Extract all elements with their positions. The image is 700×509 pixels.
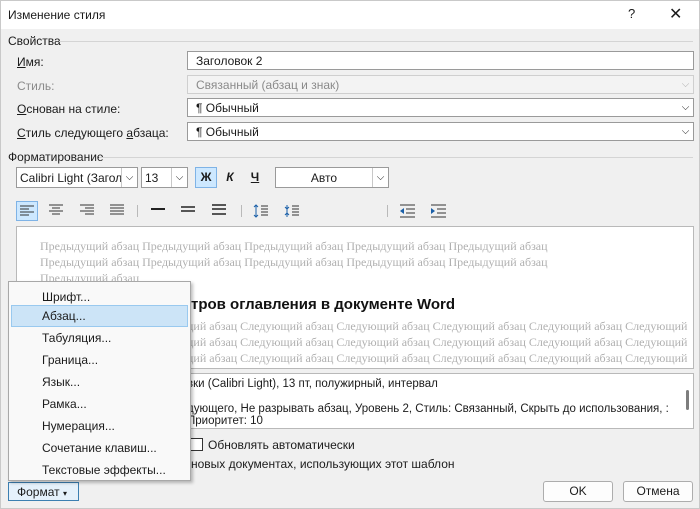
style-type-select[interactable]: Связанный (абзац и знак) ⌵ [187,75,694,94]
description-scrollbar[interactable] [686,390,689,410]
italic-button[interactable]: К [219,167,241,188]
onehalf-spacing-icon [181,206,195,212]
auto-update-label: Обновлять автоматически [208,438,355,452]
align-center-button[interactable] [46,201,68,221]
properties-group-label: Свойства [8,34,61,48]
description-line: дующего, Не разрывать абзац, Уровень 2, … [187,403,669,415]
description-line: вки (Calibri Light), 13 пт, полужирный, … [187,378,438,390]
properties-divider [59,41,693,42]
preview-previous-paragraph: Предыдущий абзац Предыдущий абзац Предыд… [40,255,548,269]
font-color-select[interactable]: Авто ⌵ [275,167,389,188]
preview-next-paragraph: ций абзац Следующий абзац Следующий абза… [187,319,688,333]
align-left-button[interactable] [16,201,38,221]
name-field-value: Заголовок 2 [196,54,263,68]
font-value: Calibri Light (Заголо [20,171,129,185]
menu-item-border[interactable]: Граница... [11,349,188,371]
based-on-value: ¶ Обычный [196,101,259,115]
decrease-indent-button[interactable] [397,201,419,221]
chevron-down-icon: ⌵ [681,79,690,90]
name-field[interactable]: Заголовок 2 [187,51,694,70]
chevron-down-icon: ⌵ [372,168,388,187]
single-spacing-icon [151,208,165,210]
justify-button[interactable] [107,201,129,221]
preview-next-paragraph: ций абзац Следующий абзац Следующий абза… [187,335,688,349]
formatting-group-label: Форматирование [8,150,104,164]
cancel-button[interactable]: Отмена [623,481,693,502]
onehalf-spacing-button[interactable] [178,201,200,221]
preview-next-paragraph: ций абзац Следующий абзац Следующий абза… [187,351,688,365]
menu-item-frame[interactable]: Рамка... [11,393,188,415]
formatting-divider [99,157,693,158]
menu-item-numbering[interactable]: Нумерация... [11,415,188,437]
chevron-down-icon: ⌵ [121,168,137,187]
format-menu: Шрифт... Абзац... Табуляция... Граница..… [8,281,191,481]
align-center-icon [49,204,63,215]
single-spacing-button[interactable] [148,201,170,221]
toolbar-separator [387,205,388,217]
font-color-value: Авто [310,171,338,185]
chevron-down-icon: ⌵ [171,168,187,187]
format-button-label: Формат [17,485,60,499]
decrease-spacing-button[interactable] [281,201,303,221]
font-size-value: 13 [145,171,159,185]
menu-item-language[interactable]: Язык... [11,371,188,393]
name-label: Имя: [17,55,44,69]
next-style-select[interactable]: ¶ Обычный ⌵ [187,122,694,141]
menu-item-text-effects[interactable]: Текстовые эффекты... [11,459,188,481]
font-size-select[interactable]: 13 ⌵ [141,167,188,188]
double-spacing-button[interactable] [209,201,231,221]
align-left-icon [20,205,34,216]
dialog-title: Изменение стиля [8,8,106,22]
close-button[interactable]: ✕ [669,4,682,24]
help-button[interactable]: ? [628,6,635,21]
underline-button[interactable]: Ч [244,167,266,188]
increase-spacing-icon [253,204,268,218]
menu-item-shortcut[interactable]: Сочетание клавиш... [11,437,188,459]
ok-button[interactable]: OK [543,481,613,502]
chevron-down-icon: ⌵ [681,126,690,137]
toolbar-separator [137,205,138,217]
bold-button[interactable]: Ж [195,167,217,188]
style-type-label: Стиль: [17,79,55,93]
double-spacing-icon [212,204,226,215]
preview-previous-paragraph: Предыдущий абзац Предыдущий абзац Предыд… [40,239,548,253]
new-documents-label: новых документах, использующих этот шабл… [191,457,455,471]
menu-item-tabs[interactable]: Табуляция... [11,327,188,349]
description-line: Приоритет: 10 [187,415,263,427]
align-right-button[interactable] [77,201,99,221]
auto-update-checkbox[interactable] [190,438,203,451]
next-style-label: Стиль следующего абзаца: [17,126,169,140]
style-type-value: Связанный (абзац и знак) [196,78,340,92]
next-style-value: ¶ Обычный [196,125,259,139]
justify-icon [110,204,124,215]
increase-indent-icon [431,204,446,218]
chevron-down-icon: ▾ [62,489,67,498]
based-on-label: Основан на стиле: [17,102,121,116]
decrease-indent-icon [400,204,415,218]
increase-indent-button[interactable] [428,201,450,221]
menu-item-paragraph[interactable]: Абзац... [11,305,188,327]
decrease-spacing-icon [284,205,299,217]
toolbar-separator [241,205,242,217]
based-on-select[interactable]: ¶ Обычный ⌵ [187,98,694,117]
increase-spacing-button[interactable] [250,201,272,221]
preview-heading: тров оглавления в документе Word [191,296,455,313]
title-bar: Изменение стиля ? ✕ [1,1,699,29]
font-select[interactable]: Calibri Light (Заголо ⌵ [16,167,138,188]
chevron-down-icon: ⌵ [681,102,690,113]
name-label-rest: мя: [25,55,44,69]
modify-style-dialog: Изменение стиля ? ✕ Свойства Имя: Заголо… [0,0,700,509]
format-menu-button[interactable]: Формат ▾ [8,482,79,501]
align-right-icon [80,204,94,215]
